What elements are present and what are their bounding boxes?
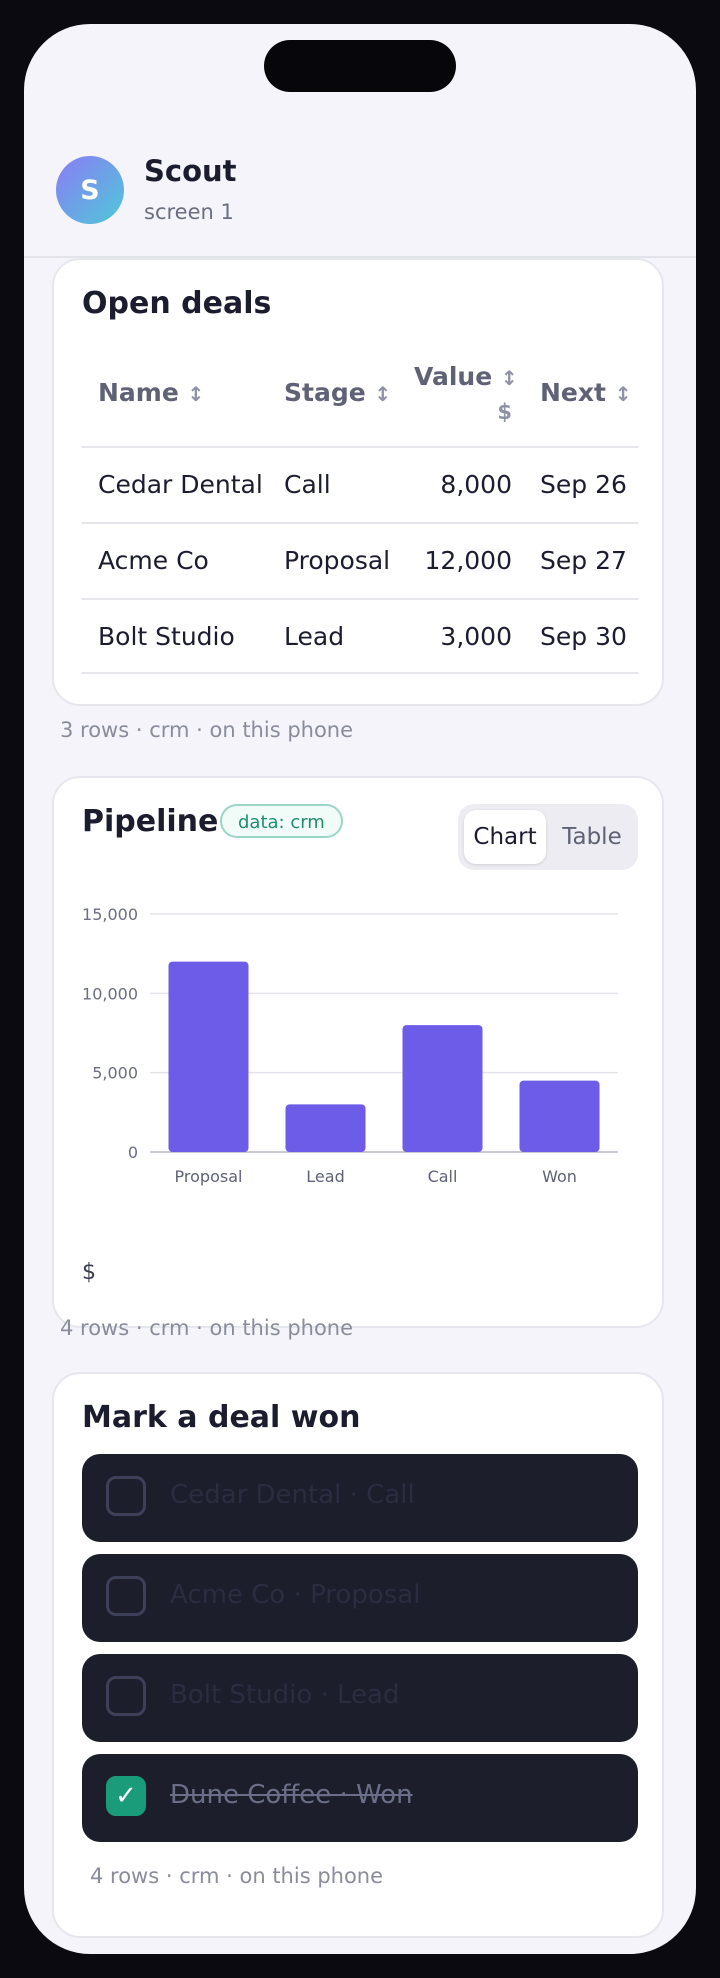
- cell-next: Sep 30: [540, 622, 627, 651]
- x-tick-label: Won: [542, 1167, 577, 1186]
- deal-label: Bolt Studio · Lead: [170, 1680, 400, 1710]
- checkbox[interactable]: [106, 1676, 146, 1716]
- column-header-value[interactable]: Value ↕ $: [414, 360, 518, 429]
- cell-value: 3,000: [440, 622, 512, 651]
- toggle-table-button[interactable]: Table: [552, 810, 632, 864]
- phone-frame: S Scout screen 1 Open deals Name ↕ Stage…: [0, 0, 720, 1978]
- table-divider: [82, 672, 638, 674]
- cell-name: Bolt Studio: [98, 622, 235, 651]
- mark-won-card: Mark a deal won Cedar Dental · Call Acme…: [52, 1372, 664, 1938]
- chart-unit-label: $: [82, 1260, 96, 1285]
- avatar[interactable]: S: [56, 156, 124, 224]
- bar-won: [519, 1080, 600, 1152]
- cell-stage: Proposal: [284, 546, 391, 575]
- deal-checkbox-item[interactable]: Cedar Dental · Call: [82, 1454, 638, 1542]
- pipeline-footer: 4 rows · crm · on this phone: [60, 1316, 354, 1340]
- cell-name: Cedar Dental: [98, 470, 263, 499]
- app-header: S Scout screen 1: [24, 104, 696, 258]
- x-tick-label: Lead: [306, 1167, 344, 1186]
- open-deals-card: Open deals Name ↕ Stage ↕ Value ↕ $ Next…: [52, 258, 664, 706]
- cell-stage: Call: [284, 470, 331, 499]
- table-divider: [82, 446, 638, 448]
- sort-icon: ↕: [187, 382, 205, 406]
- deal-checkbox-item[interactable]: Acme Co · Proposal: [82, 1554, 638, 1642]
- mark-won-title: Mark a deal won: [82, 1400, 361, 1435]
- y-tick-label: 5,000: [92, 1064, 138, 1083]
- bar-call: [402, 1025, 483, 1152]
- column-header-next[interactable]: Next ↕: [540, 378, 631, 407]
- sort-icon: ↕: [374, 382, 392, 406]
- x-tick-label: Call: [428, 1167, 458, 1186]
- toggle-chart-button[interactable]: Chart: [464, 810, 546, 864]
- app-title: Scout: [144, 154, 237, 188]
- pipeline-title: Pipeline: [82, 804, 219, 839]
- deal-label: Cedar Dental · Call: [170, 1480, 415, 1510]
- y-tick-label: 10,000: [82, 984, 138, 1003]
- cell-value: 8,000: [440, 470, 512, 499]
- cell-next: Sep 26: [540, 470, 627, 499]
- column-header-name[interactable]: Name ↕: [98, 378, 204, 407]
- cell-next: Sep 27: [540, 546, 627, 575]
- deal-label: Dune Coffee · Won: [170, 1780, 413, 1810]
- cell-stage: Lead: [284, 622, 345, 651]
- data-source-badge: data: crm: [220, 804, 343, 838]
- screen: S Scout screen 1 Open deals Name ↕ Stage…: [24, 24, 696, 1954]
- column-label: Stage: [284, 378, 366, 407]
- column-label: Name: [98, 378, 179, 407]
- y-tick-label: 15,000: [82, 905, 138, 924]
- table-divider: [82, 522, 638, 524]
- pipeline-card: Pipeline data: crm Chart Table 0 5,000 10,…: [52, 776, 664, 1328]
- won-footer: 4 rows · crm · on this phone: [90, 1864, 384, 1888]
- sort-icon: ↕: [500, 366, 518, 390]
- pipeline-bar-chart: 0 5,000 10,000 15,000 Proposal Lead Call Won: [82, 905, 618, 1186]
- column-label: Value: [414, 362, 493, 391]
- checkbox-checked[interactable]: ✓: [106, 1776, 146, 1816]
- open-deals-title: Open deals: [82, 286, 272, 321]
- cell-value: 12,000: [424, 546, 512, 575]
- column-unit: $: [497, 400, 512, 424]
- column-label: Next: [540, 378, 606, 407]
- checkbox[interactable]: [106, 1576, 146, 1616]
- sort-icon: ↕: [614, 382, 632, 406]
- deals-footer: 3 rows · crm · on this phone: [60, 718, 354, 742]
- y-tick-label: 0: [128, 1143, 138, 1162]
- column-header-stage[interactable]: Stage ↕: [284, 378, 391, 407]
- checkbox[interactable]: [106, 1476, 146, 1516]
- bar-proposal: [168, 961, 249, 1152]
- deal-checkbox-item[interactable]: Bolt Studio · Lead: [82, 1654, 638, 1742]
- deal-checkbox-item[interactable]: ✓ Dune Coffee · Won: [82, 1754, 638, 1842]
- deal-label: Acme Co · Proposal: [170, 1580, 421, 1610]
- table-divider: [82, 598, 638, 600]
- check-icon: ✓: [115, 1781, 137, 1811]
- x-tick-label: Proposal: [175, 1167, 243, 1186]
- cell-name: Acme Co: [98, 546, 209, 575]
- view-toggle: Chart Table: [458, 804, 638, 870]
- bar-lead: [285, 1104, 366, 1152]
- dynamic-island: [264, 40, 456, 92]
- app-subtitle: screen 1: [144, 200, 234, 224]
